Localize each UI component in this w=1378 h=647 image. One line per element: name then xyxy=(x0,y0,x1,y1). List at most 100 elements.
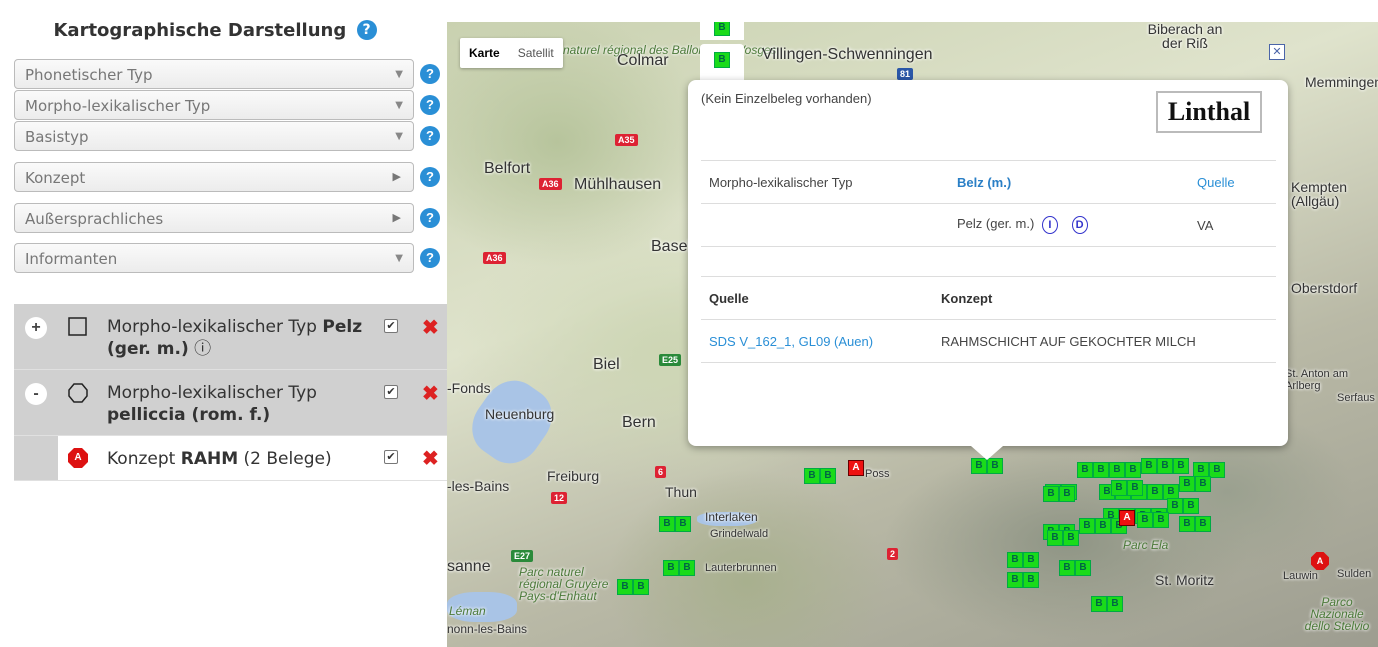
map-type-button[interactable]: Karte xyxy=(460,38,509,68)
table-row: Pelz (ger. m.) I D VA xyxy=(701,203,1276,247)
help-icon[interactable]: ? xyxy=(420,248,440,268)
marker-b-icon[interactable]: B xyxy=(1183,498,1199,514)
marker-b-icon[interactable]: B xyxy=(659,516,675,532)
marker-b-icon[interactable]: B xyxy=(1157,458,1173,474)
extralinguistic-select[interactable]: Außersprachliches ▶ xyxy=(14,203,414,233)
marker-b-icon[interactable]: B xyxy=(663,560,679,576)
delete-icon[interactable]: ✖ xyxy=(422,446,439,471)
road-badge: A35 xyxy=(615,134,638,146)
map-label: Poss xyxy=(865,468,890,480)
marker-b-icon[interactable]: B xyxy=(1007,552,1023,568)
marker-b-icon[interactable]: B xyxy=(1093,462,1109,478)
marker-b-icon[interactable]: B xyxy=(1047,530,1063,546)
marker-b-icon[interactable]: B xyxy=(1167,498,1183,514)
phonetic-type-select[interactable]: Phonetischer Typ ▼ xyxy=(14,59,414,89)
close-icon[interactable]: ✕ xyxy=(1269,44,1285,60)
morpho-lexical-type-select[interactable]: Morpho-lexikalischer Typ ▼ xyxy=(14,90,414,120)
concept-select[interactable]: Konzept ▶ xyxy=(14,162,414,192)
marker-b-icon[interactable]: B xyxy=(1043,486,1059,502)
help-icon[interactable]: ? xyxy=(420,208,440,228)
marker-b-icon[interactable]: B xyxy=(1111,480,1127,496)
red-octagon-icon: A xyxy=(68,448,88,468)
visibility-checkbox[interactable]: ✔ xyxy=(384,319,398,333)
help-icon[interactable]: ? xyxy=(356,20,377,40)
map-label: Biel xyxy=(593,356,620,373)
marker-b-icon[interactable]: B xyxy=(1079,518,1095,534)
info-d-icon[interactable]: D xyxy=(1071,216,1088,234)
marker-b-icon[interactable]: B xyxy=(1107,596,1123,612)
marker-b-icon[interactable]: B xyxy=(1059,486,1075,502)
marker-b-icon[interactable]: B xyxy=(1023,552,1039,568)
help-icon[interactable]: ? xyxy=(420,167,440,187)
marker-b-icon[interactable]: B xyxy=(1173,458,1189,474)
marker-b-icon[interactable]: B xyxy=(987,458,1003,474)
marker-b-icon[interactable]: B xyxy=(633,579,649,595)
marker-b-icon[interactable]: B xyxy=(1195,476,1211,492)
marker-b-icon[interactable]: B xyxy=(1091,596,1107,612)
delete-icon[interactable]: ✖ xyxy=(422,315,439,340)
marker-b-icon[interactable]: B xyxy=(1007,572,1023,588)
map-label: Sulden xyxy=(1337,568,1372,580)
marker-b-icon[interactable]: B xyxy=(1109,462,1125,478)
info-popup: (Kein Einzelbeleg vorhanden) Linthal Mor… xyxy=(688,80,1288,460)
type-link[interactable]: Belz (m.) xyxy=(949,160,1189,204)
marker-b-icon[interactable]: B xyxy=(1125,462,1141,478)
marker-b-icon[interactable]: B xyxy=(1153,512,1169,528)
marker-b-icon[interactable]: B xyxy=(1127,480,1143,496)
map-label: -Fonds xyxy=(447,380,491,396)
marker-b-icon[interactable]: B xyxy=(971,458,987,474)
marker-a-icon[interactable]: A xyxy=(1119,510,1135,526)
marker-b-icon[interactable]: B xyxy=(1179,516,1195,532)
visibility-checkbox[interactable]: ✔ xyxy=(384,385,398,399)
marker-a-icon[interactable]: A xyxy=(848,460,864,476)
source-link[interactable]: Quelle xyxy=(1189,160,1276,204)
marker-b-icon[interactable]: B xyxy=(1095,518,1111,534)
marker-b-icon[interactable]: B xyxy=(1195,516,1211,532)
source-table: Quelle Konzept SDS V_162_1, GL09 (Auen) … xyxy=(701,276,1276,363)
marker-b-icon[interactable]: B xyxy=(1147,484,1163,500)
marker-b-icon[interactable]: B xyxy=(1141,458,1157,474)
satellite-type-button[interactable]: Satellit xyxy=(509,38,563,68)
informants-label: Informanten xyxy=(25,250,118,268)
marker-b-icon[interactable]: B xyxy=(617,579,633,595)
visibility-checkbox[interactable]: ✔ xyxy=(384,450,398,464)
map-label: Villingen-Schwenningen xyxy=(762,46,933,63)
expand-toggle-button[interactable]: + xyxy=(25,317,47,339)
info-i-icon[interactable]: I xyxy=(1041,216,1058,234)
marker-b-icon[interactable]: B xyxy=(1077,462,1093,478)
informants-select[interactable]: Informanten ▼ xyxy=(14,243,414,273)
marker-b-icon[interactable]: B xyxy=(679,560,695,576)
base-type-select[interactable]: Basistyp ▼ xyxy=(14,121,414,151)
help-icon[interactable]: ? xyxy=(420,95,440,115)
marker-b-icon[interactable]: B xyxy=(1209,462,1225,478)
marker-octagon-icon[interactable]: A xyxy=(1311,552,1329,570)
marker-b-icon[interactable]: B xyxy=(1179,476,1195,492)
map-label: Biberach an der Riß xyxy=(1147,22,1223,51)
marker-b-icon[interactable]: B xyxy=(714,22,730,36)
delete-icon[interactable]: ✖ xyxy=(422,381,439,406)
marker-b-icon[interactable]: B xyxy=(1059,560,1075,576)
map-label: Lauterbrunnen xyxy=(705,562,777,574)
marker-b-icon[interactable]: B xyxy=(675,516,691,532)
help-icon[interactable]: ? xyxy=(420,126,440,146)
map-label: Grindelwald xyxy=(710,528,769,540)
info-icon[interactable]: ⓘ xyxy=(194,339,211,359)
map-label: Belfort xyxy=(484,160,531,177)
legend-item-pelz: + Morpho-lexikalischer Typ Pelz (ger. m.… xyxy=(14,304,447,370)
legend-label-type: pelliccia (rom. f.) xyxy=(107,405,271,425)
help-icon[interactable]: ? xyxy=(420,64,440,84)
table-row: SDS V_162_1, GL09 (Auen) RAHMSCHICHT AUF… xyxy=(701,319,1276,363)
marker-b-icon[interactable]: B xyxy=(1075,560,1091,576)
table-header-row: Quelle Konzept xyxy=(701,276,1276,320)
map-label: St. Moritz xyxy=(1155,572,1215,588)
filter-informants: Informanten ▼ ? xyxy=(14,243,440,273)
marker-b-icon[interactable]: B xyxy=(1137,512,1153,528)
marker-b-icon[interactable]: B xyxy=(1063,530,1079,546)
marker-b-icon[interactable]: B xyxy=(714,52,730,68)
marker-b-icon[interactable]: B xyxy=(820,468,836,484)
left-panel: Kartographische Darstellung ? Phonetisch… xyxy=(0,0,447,647)
collapse-toggle-button[interactable]: - xyxy=(25,383,47,405)
marker-b-icon[interactable]: B xyxy=(1023,572,1039,588)
marker-b-icon[interactable]: B xyxy=(804,468,820,484)
source-link[interactable]: SDS V_162_1, GL09 (Auen) xyxy=(701,319,933,363)
